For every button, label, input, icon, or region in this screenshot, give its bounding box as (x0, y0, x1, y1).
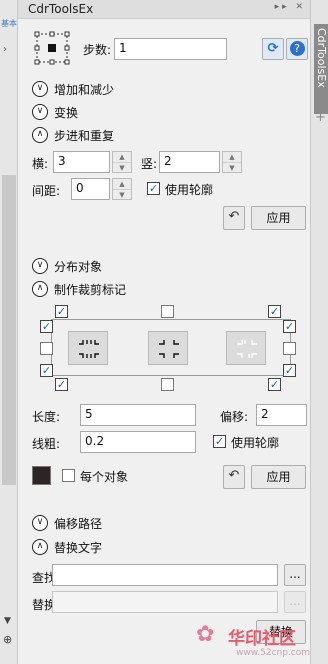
scroll-down-icon[interactable]: ▼ (4, 616, 11, 626)
steps-label: 步数: (83, 43, 112, 57)
crop-mark-checkbox[interactable] (161, 378, 174, 391)
expand-icon: ∨ (32, 81, 48, 97)
crop-mark-checkbox[interactable]: ✓ (268, 378, 281, 391)
refresh-icon: ⟳ (267, 41, 279, 56)
docker-side-tab: CdrToolsEx + (310, 0, 328, 664)
step-repeat-apply-button[interactable]: 应用 (251, 206, 306, 230)
left-scrollbar[interactable] (2, 175, 16, 485)
crop-mark-checkbox[interactable]: ✓ (40, 364, 53, 377)
section-distribute[interactable]: ∨ 分布对象 (32, 257, 232, 275)
crop-marks-light-icon[interactable] (226, 331, 266, 365)
vertical-input[interactable]: 2 (159, 151, 220, 173)
per-object-checkbox[interactable] (62, 469, 75, 482)
undo-icon: ↶ (228, 209, 240, 224)
section-step-repeat[interactable]: ∧ 步进和重复 (32, 126, 232, 144)
collapse-icon: ∧ (32, 127, 48, 143)
spacing-label: 间距: (32, 184, 61, 198)
find-input[interactable] (52, 564, 278, 586)
crop-mark-checkbox[interactable]: ✓ (283, 320, 296, 333)
section-offset-path[interactable]: ∨ 偏移路径 (32, 514, 232, 532)
refresh-button[interactable]: ⟳ (262, 38, 284, 60)
crop-marks-corner-icon[interactable] (148, 331, 188, 365)
length-input[interactable]: 5 (80, 404, 196, 426)
section-step-repeat-label: 步进和重复 (54, 129, 115, 143)
section-transform-label: 变换 (54, 106, 79, 120)
spacing-input[interactable]: 0 (71, 178, 110, 200)
crop-mark-checkbox[interactable] (161, 305, 174, 318)
collapse-icon: ∧ (32, 539, 48, 555)
color-swatch[interactable] (32, 466, 51, 485)
per-object-label: 每个对象 (80, 470, 129, 484)
horizontal-spinner[interactable]: ▲ ▼ (112, 151, 132, 173)
replace-browse-button[interactable]: ... (284, 591, 306, 613)
section-add-reduce-label: 增加和减少 (54, 83, 115, 97)
crop-mark-checkbox[interactable]: ✓ (40, 320, 53, 333)
crop-use-outline-label: 使用轮廓 (231, 436, 280, 450)
crop-mark-checkbox[interactable] (283, 342, 296, 355)
crop-apply-button[interactable]: 应用 (251, 465, 306, 489)
find-browse-button[interactable]: ... (284, 564, 306, 586)
horizontal-input[interactable]: 3 (53, 151, 110, 173)
line-width-input[interactable]: 0.2 (80, 431, 196, 453)
left-strip: 基本 › ▼ ⊕ (0, 0, 18, 664)
offset-label: 偏移: (220, 410, 249, 424)
undo-button[interactable]: ↶ (223, 206, 245, 230)
section-crop-marks-label: 制作裁剪标记 (54, 283, 127, 297)
crop-marks-all-icon[interactable] (68, 331, 108, 365)
help-icon: ? (289, 41, 305, 56)
section-transform[interactable]: ∨ 变换 (32, 103, 232, 121)
watermark-url: www.52cnp.com (236, 648, 311, 658)
expand-icon: ∨ (32, 258, 48, 274)
vertical-spinner[interactable]: ▲ ▼ (222, 151, 242, 173)
section-crop-marks[interactable]: ∧ 制作裁剪标记 (32, 280, 232, 298)
expand-icon: ∨ (32, 104, 48, 120)
crop-use-outline-checkbox[interactable]: ✓ (213, 435, 226, 448)
section-replace-text[interactable]: ∧ 替换文字 (32, 538, 232, 556)
line-width-label: 线粗: (32, 437, 61, 451)
chevron-right-icon[interactable]: › (3, 44, 7, 55)
collapse-icon: ∧ (32, 281, 48, 297)
undo-icon: ↶ (228, 468, 240, 483)
anchor-selector-icon[interactable] (34, 31, 70, 65)
zoom-icon[interactable]: ⊕ (3, 633, 12, 646)
crop-undo-button[interactable]: ↶ (223, 465, 245, 489)
help-button[interactable]: ? (286, 38, 308, 60)
crop-mark-checkbox[interactable]: ✓ (55, 378, 68, 391)
expand-icon: ∨ (32, 515, 48, 531)
crop-mark-checkbox[interactable] (40, 342, 53, 355)
watermark-text: 华印社区 (228, 629, 296, 649)
length-label: 长度: (32, 410, 61, 424)
vertical-label: 竖: (141, 157, 158, 171)
panel-title: CdrToolsEx (28, 2, 94, 16)
crop-mark-checkbox[interactable]: ✓ (55, 305, 68, 318)
crop-mark-checkbox[interactable]: ✓ (283, 364, 296, 377)
section-distribute-label: 分布对象 (54, 260, 103, 274)
use-outline-checkbox[interactable]: ✓ (147, 182, 160, 195)
watermark-logo: ✿ 华印社区 www.52cnp.com (196, 618, 310, 664)
add-docker-icon[interactable]: + (315, 110, 326, 125)
spacing-spinner[interactable]: ▲ ▼ (112, 178, 132, 200)
horizontal-label: 横: (32, 157, 49, 171)
title-controls[interactable]: ▸▸ ✕ (275, 2, 306, 12)
replace-input[interactable] (52, 591, 278, 613)
use-outline-label: 使用轮廓 (165, 183, 214, 197)
offset-input[interactable]: 2 (256, 404, 307, 426)
cdrtoolsex-panel: CdrToolsEx ▸▸ ✕ 步数: 1 ⟳ ? ∨ 增加和减少 ∨ 变换 ∧… (18, 0, 310, 664)
docker-tab-cdrtoolsex[interactable]: CdrToolsEx (314, 24, 328, 114)
watermark-mark-icon: ✿ (196, 622, 215, 647)
section-replace-text-label: 替换文字 (54, 541, 103, 555)
section-add-reduce[interactable]: ∨ 增加和减少 (32, 80, 232, 98)
steps-input[interactable]: 1 (114, 38, 227, 60)
section-offset-path-label: 偏移路径 (54, 517, 103, 531)
title-bar: CdrToolsEx ▸▸ ✕ (18, 0, 310, 19)
left-tab-hint[interactable]: 基本 (1, 18, 17, 30)
crop-mark-checkbox[interactable]: ✓ (268, 305, 281, 318)
